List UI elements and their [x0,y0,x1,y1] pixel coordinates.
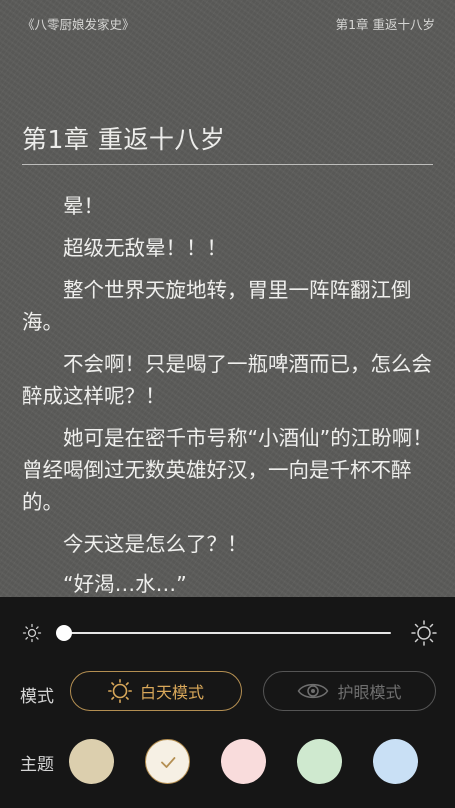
paragraph: 今天这是怎么了？！ [63,532,248,556]
sun-icon [107,679,132,703]
check-icon [161,757,176,768]
paragraph: “好渴…水…” [63,572,187,596]
paragraph: 不会啊！只是喝了一瓶啤酒而已，怎么会醉成这样呢？！ [22,352,432,408]
theme-row: 主题 [18,739,437,785]
brightness-slider[interactable] [56,625,391,641]
brightness-high-icon [411,620,437,646]
paragraph: 晕！ [63,194,104,218]
theme-swatch-pink[interactable] [221,739,266,784]
theme-swatch-beige[interactable] [69,739,114,784]
day-mode-label: 白天模式 [139,683,204,702]
paragraph: 超级无敌晕！！！ [63,236,227,260]
chapter-title: 第1章 重返十八岁 [22,125,226,154]
brightness-slider-handle[interactable] [56,625,72,641]
reading-area[interactable]: 《八零厨娘发家史》 第1章 重返十八岁 第1章 重返十八岁 晕！ 超级无敌晕！！… [0,0,455,597]
eye-icon [298,683,329,699]
chapter-content: 晕！ 超级无敌晕！！！ 整个世界天旋地转，胃里一阵阵翻江倒海。 不会啊！只是喝了… [22,190,433,597]
eye-care-mode-button[interactable]: 护眼模式 [263,671,436,711]
day-mode-button[interactable]: 白天模式 [70,671,242,711]
current-chapter: 第1章 重返十八岁 [335,17,435,32]
paragraph: 她可是在密千市号称“小酒仙”的江盼啊！曾经喝倒过无数英雄好汉，一向是千杯不醉的。 [22,426,433,514]
theme-swatch-blue[interactable] [373,739,418,784]
mode-row: 模式 白天模式 护眼模式 [18,671,437,715]
reader-header: 《八零厨娘发家史》 第1章 重返十八岁 [22,14,435,34]
reader-settings-panel: 模式 白天模式 护眼模式 主题 [0,597,455,808]
theme-swatch-white[interactable] [145,739,190,784]
title-divider [22,164,433,165]
theme-label: 主题 [20,755,54,775]
theme-swatch-green[interactable] [297,739,342,784]
mode-label: 模式 [20,687,54,707]
brightness-row [18,619,437,647]
paragraph: 整个世界天旋地转，胃里一阵阵翻江倒海。 [22,278,412,334]
eye-care-mode-label: 护眼模式 [337,683,402,702]
brightness-low-icon [22,623,42,643]
book-title: 《八零厨娘发家史》 [22,17,135,32]
